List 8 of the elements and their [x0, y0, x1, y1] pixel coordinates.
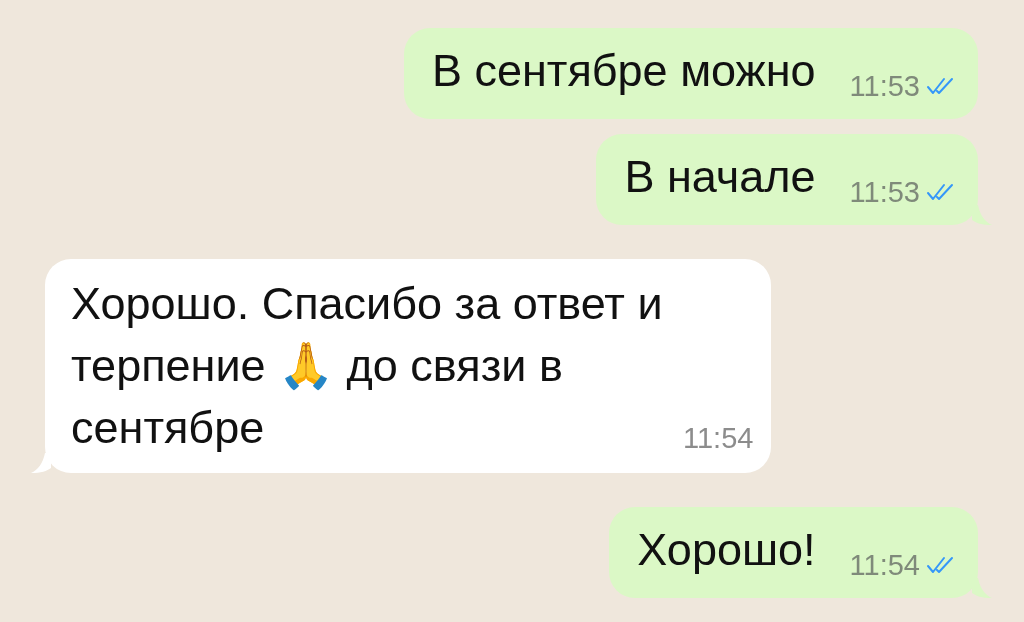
- message-text: Хорошо!: [637, 524, 816, 575]
- message-text: В начале: [624, 151, 816, 202]
- message-time: 11:54: [683, 421, 754, 455]
- message-text: В сентябре можно: [431, 45, 816, 96]
- message-text: Хорошо. Спасибо за ответ и терпение 🙏 до связи в сентябре: [71, 277, 664, 455]
- message-time: 11:53: [849, 69, 920, 103]
- message-time: 11:54: [849, 548, 920, 582]
- message-time: 11:53: [849, 175, 920, 209]
